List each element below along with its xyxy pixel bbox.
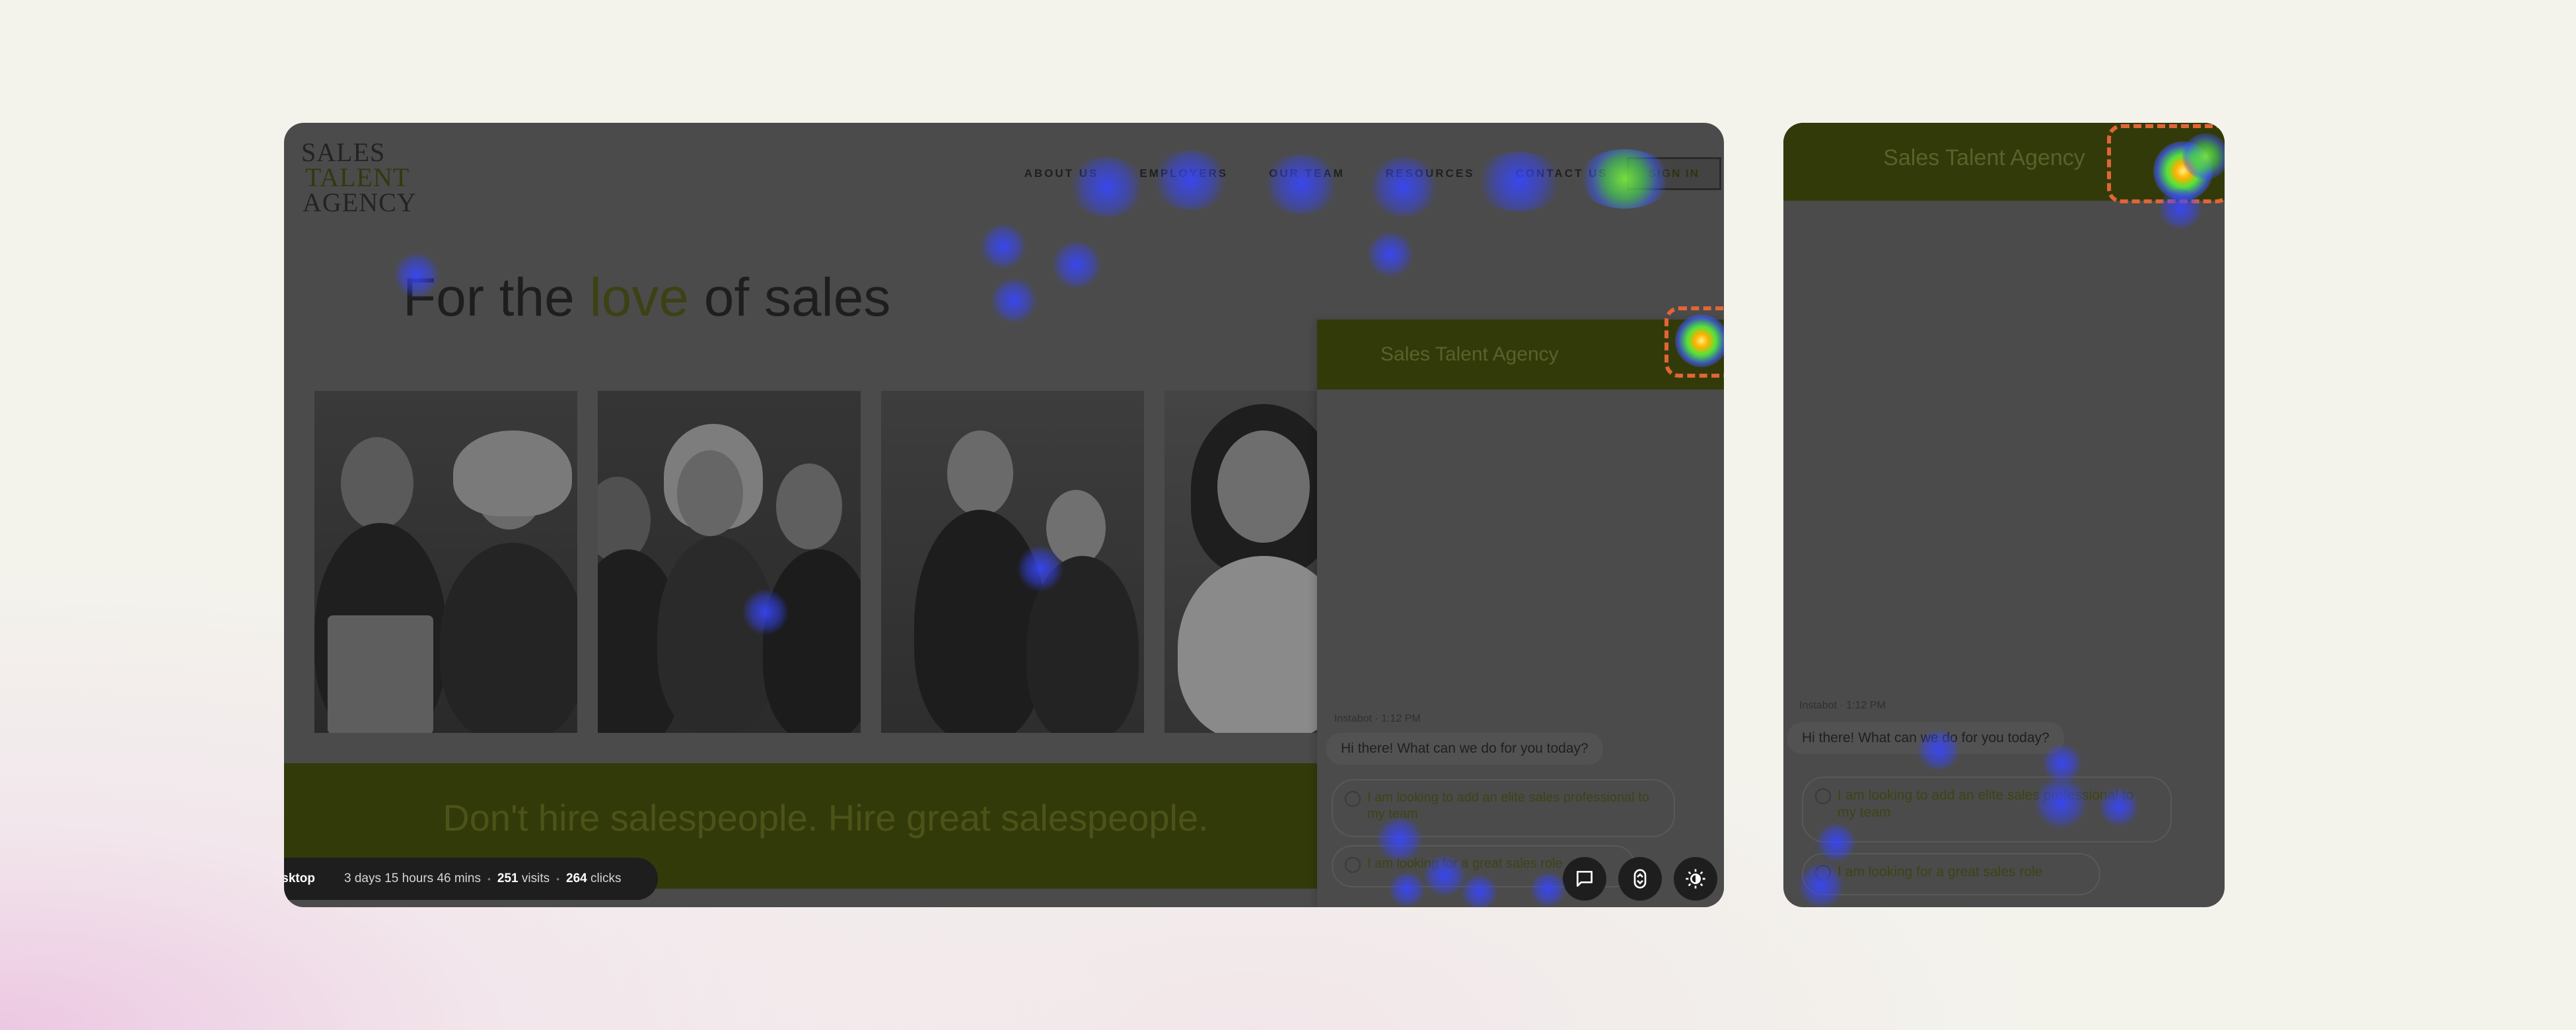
stats-clicks-label: clicks (590, 872, 622, 885)
stats-visits-label: visits (521, 872, 550, 885)
person-hair (453, 430, 572, 516)
chat-title: Sales Talent Agency (1380, 343, 1559, 365)
person-body (657, 536, 776, 733)
nav-about-us[interactable]: ABOUT US (1024, 167, 1099, 180)
person-head (341, 437, 413, 530)
mobile-heatmap-panel: Sales Talent Agency Instabot · 1:12 PM H… (1783, 123, 2225, 907)
hero-title-accent: love (589, 267, 689, 327)
person-body (440, 543, 577, 733)
hero-title-post: of sales (689, 267, 891, 327)
hero-title-pre: For the (403, 267, 590, 327)
nav-employers[interactable]: EMPLOYERS (1139, 167, 1228, 180)
highlight-dashed-box (1664, 306, 1724, 378)
mobile-chat-option-job-label: I am looking for a great sales role (1838, 864, 2043, 879)
stats-duration: 3 days 15 hours 46 mins (343, 872, 481, 885)
nav-our-team[interactable]: OUR TEAM (1269, 167, 1345, 180)
desktop-heatmap-panel: SALES TALENT AGENCY ABOUT US EMPLOYERS O… (284, 123, 1724, 907)
logo-line-3: AGENCY (303, 188, 417, 217)
laptop (328, 615, 433, 733)
person-body (1026, 556, 1139, 733)
nav-contact-us[interactable]: CONTACT US (1516, 167, 1608, 180)
team-photo-2[interactable] (598, 391, 861, 733)
mobile-chat-greeting-bubble: Hi there! What can we do for you today? (1787, 722, 2064, 754)
radio-icon (1345, 857, 1361, 873)
separator-dot: • (487, 874, 491, 884)
person-head (677, 450, 743, 536)
logo-line-2: TALENT (305, 162, 410, 192)
heatmap-spot (980, 223, 1026, 269)
comment-button[interactable] (1563, 857, 1606, 901)
banner-text: Don't hire salespeople. Hire great sales… (443, 797, 1209, 839)
highlight-dashed-box (2107, 124, 2225, 203)
mobile-chat-option-hire[interactable]: I am looking to add an elite sales profe… (1802, 776, 2172, 842)
person-body (914, 510, 1046, 733)
person-head (1046, 490, 1106, 566)
chat-header: Sales Talent Agency ✕ (1317, 320, 1724, 390)
radio-icon (1345, 791, 1361, 807)
stats-visits-count: 251 (497, 872, 519, 885)
chat-option-job-label: I am looking for a great sales role (1367, 856, 1563, 871)
mobile-chat-option-hire-label: I am looking to add an elite sales profe… (1838, 788, 2134, 821)
chat-option-hire-label: I am looking to add an elite sales profe… (1367, 790, 1649, 821)
person-head (776, 464, 842, 549)
heatmap-spot (1050, 242, 1103, 288)
main-nav: ABOUT US EMPLOYERS OUR TEAM RESOURCES CO… (1024, 157, 1724, 190)
comment-icon (1577, 871, 1592, 887)
scroll-icon (1633, 869, 1647, 889)
heatmap-spot (991, 277, 1037, 324)
stats-device: Desktop (284, 872, 315, 885)
nav-resources[interactable]: RESOURCES (1386, 167, 1475, 180)
hero-title: For the love of sales (403, 267, 890, 329)
radio-icon (1815, 865, 1831, 881)
mobile-chat-option-job[interactable]: I am looking for a great sales role (1802, 853, 2100, 895)
brightness-icon (1686, 869, 1705, 889)
person-head (947, 430, 1013, 516)
stats-pill: Desktop 3 days 15 hours 46 mins • 251 vi… (284, 858, 658, 900)
team-photo-1[interactable] (314, 391, 577, 733)
brightness-button[interactable] (1674, 857, 1717, 901)
chat-option-hire[interactable]: I am looking to add an elite sales profe… (1332, 779, 1675, 837)
heatmap-spot (1367, 231, 1413, 277)
person-head (1217, 430, 1310, 543)
nav-cta-button[interactable]: SIGN IN (1626, 157, 1721, 190)
stats-clicks-count: 264 (566, 872, 587, 885)
separator-dot: • (556, 874, 560, 884)
chat-message-meta: Instabot · 1:12 PM (1334, 713, 1421, 724)
radio-icon (1815, 788, 1831, 804)
chat-greeting-bubble: Hi there! What can we do for you today? (1326, 733, 1603, 765)
mobile-chat-message-meta: Instabot · 1:12 PM (1799, 700, 1886, 711)
logo-line-1: SALES (301, 137, 386, 167)
site-logo[interactable]: SALES TALENT AGENCY (301, 137, 433, 216)
chat-widget: Sales Talent Agency ✕ Instabot · 1:12 PM… (1317, 320, 1724, 907)
scroll-depth-button[interactable] (1618, 857, 1662, 901)
team-photo-3[interactable] (881, 391, 1144, 733)
